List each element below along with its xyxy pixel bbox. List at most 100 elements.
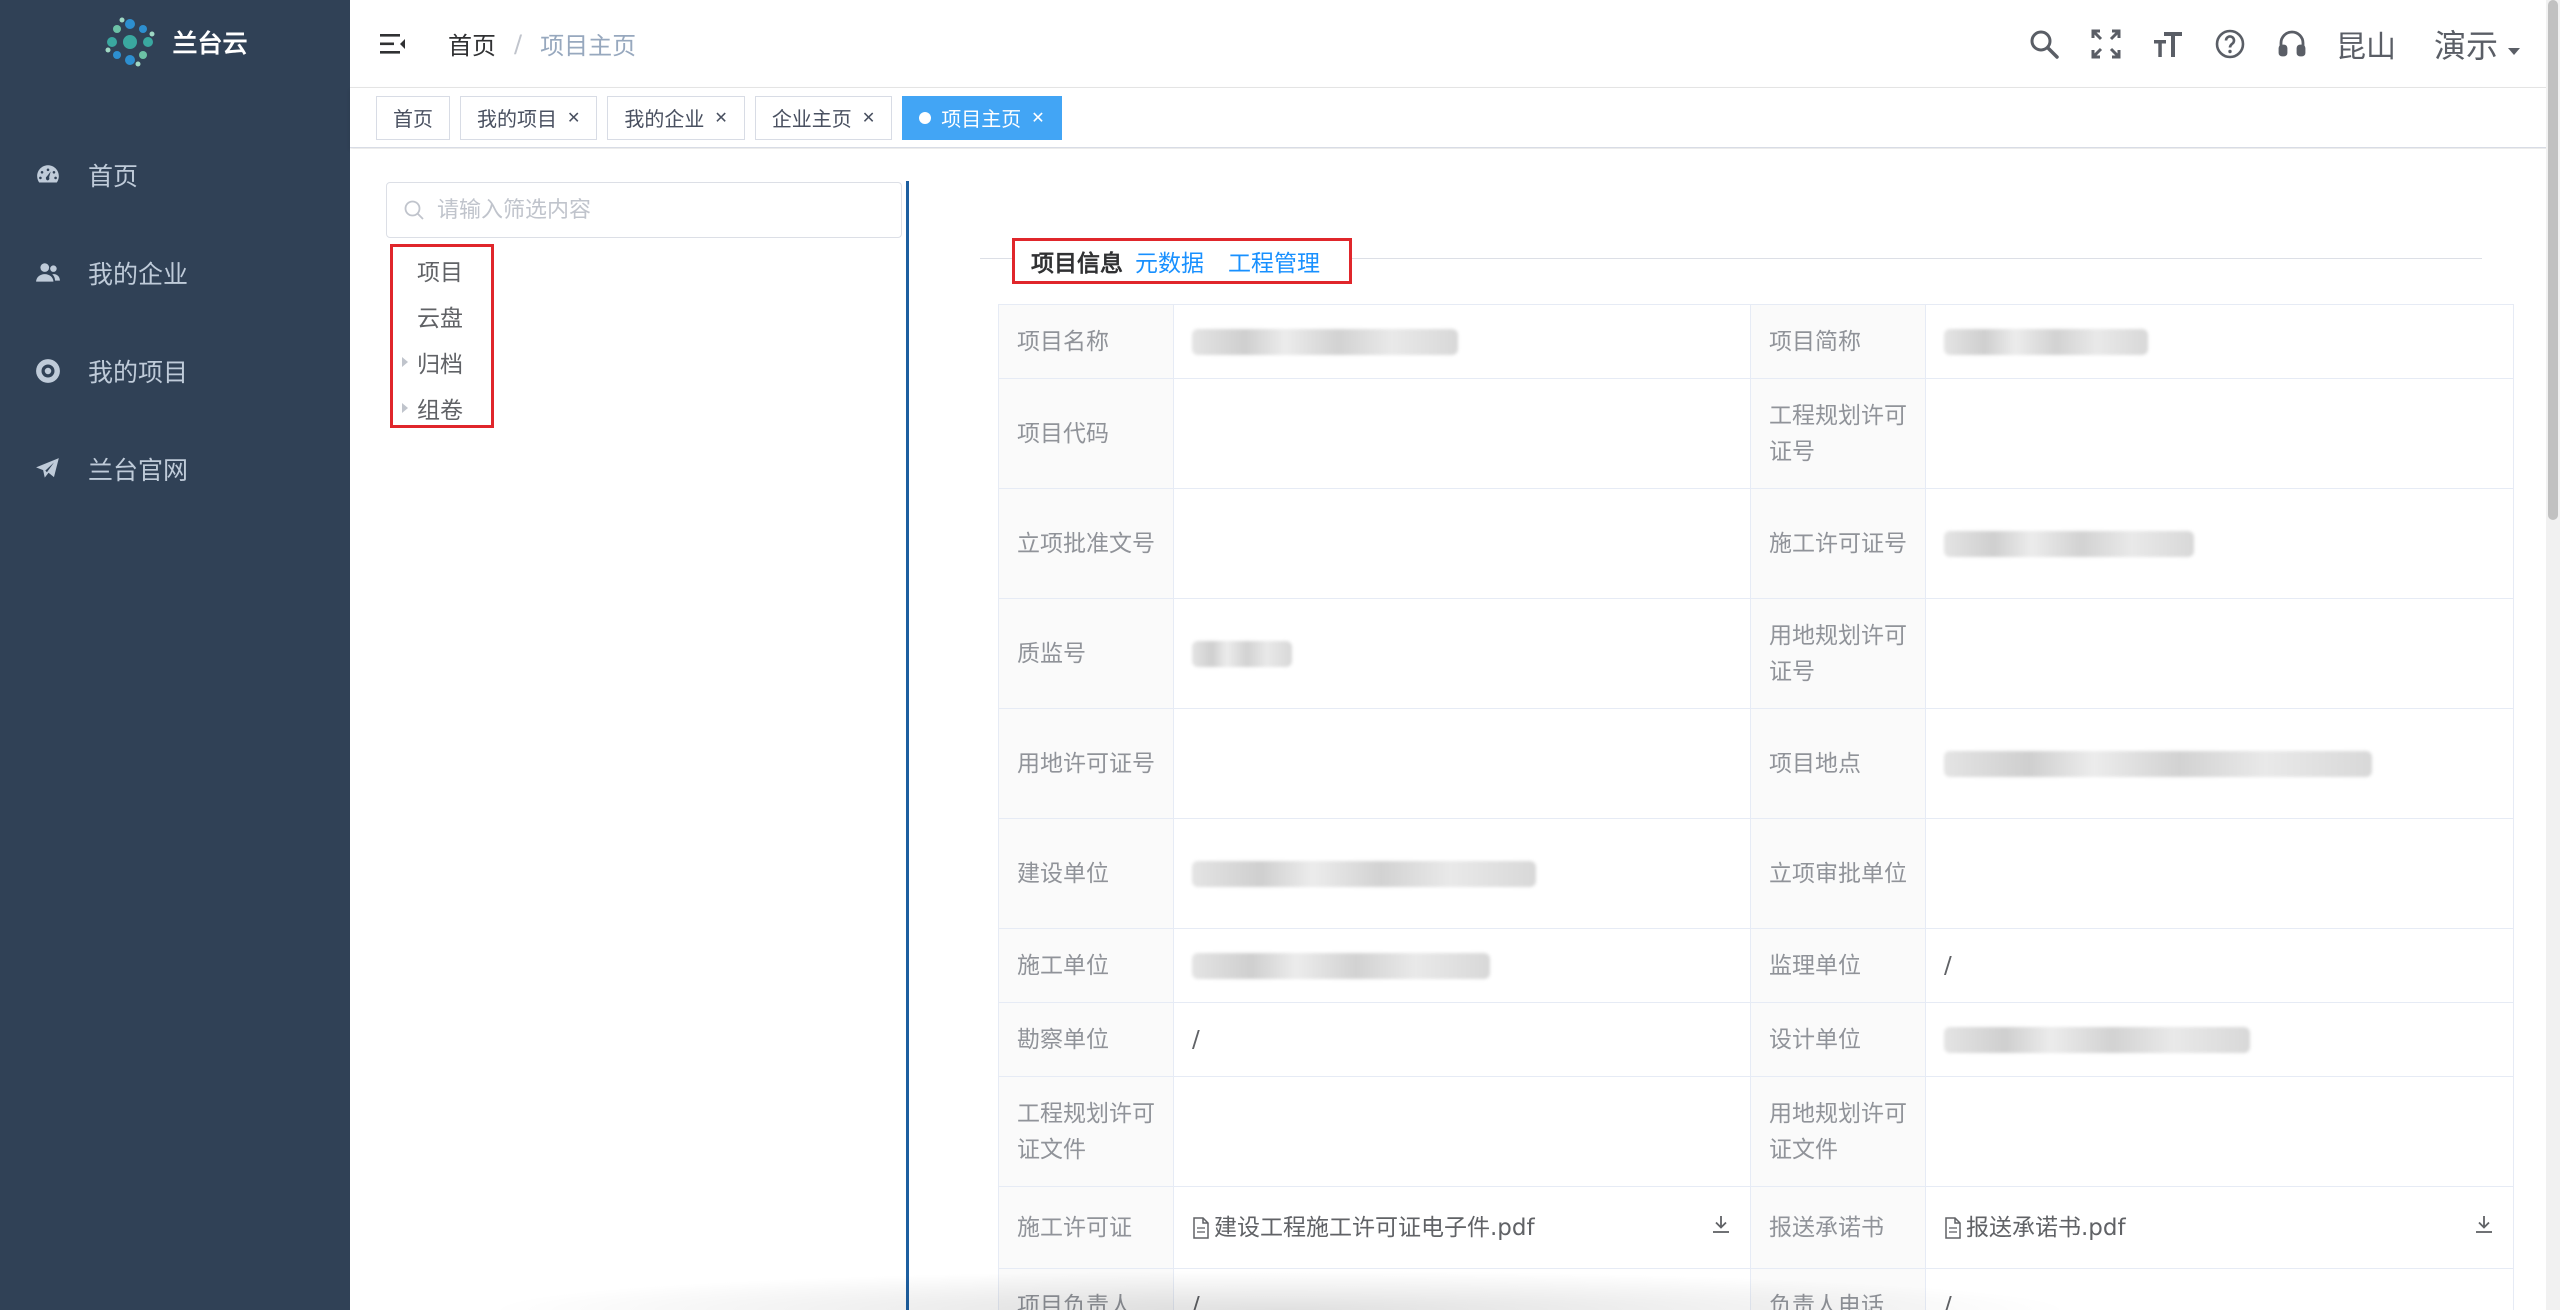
cell-value: /	[1925, 928, 2514, 1003]
document-icon	[1945, 1216, 1961, 1239]
section-header: 项目信息 元数据 工程管理	[1012, 238, 1352, 284]
cell-value	[1925, 488, 2514, 599]
tag-home[interactable]: 首页	[376, 95, 450, 140]
tree-node-project[interactable]: 项目	[393, 247, 491, 293]
help-icon[interactable]	[2212, 26, 2248, 62]
redacted-value	[1944, 1027, 2250, 1053]
tag-my-enterprise[interactable]: 我的企业 ✕	[607, 95, 745, 140]
tag-my-projects[interactable]: 我的项目 ✕	[460, 95, 598, 140]
close-icon[interactable]: ✕	[714, 108, 727, 127]
sidebar-item-my-enterprise[interactable]: 我的企业	[0, 224, 350, 322]
cell-label: 用地规划许可证文件	[1750, 1076, 1926, 1187]
cell-label: 设计单位	[1750, 1002, 1926, 1077]
page-scrollbar[interactable]	[2546, 0, 2560, 1310]
cell-value	[1173, 928, 1751, 1003]
tag-label: 首页	[393, 107, 433, 131]
section-divider-right	[1352, 258, 2482, 259]
section-divider-left	[980, 258, 1014, 259]
download-icon[interactable]	[1710, 1210, 1732, 1246]
cell-value	[1925, 818, 2514, 929]
location-label[interactable]: 昆山	[2336, 22, 2396, 66]
redacted-value	[1192, 641, 1292, 667]
document-icon	[1193, 1216, 1209, 1239]
tree-node-label: 项目	[417, 260, 463, 286]
table-row: 项目代码 工程规划许可证号	[998, 378, 2514, 489]
active-dot-icon	[919, 111, 932, 124]
engineering-management-link[interactable]: 工程管理	[1228, 244, 1320, 278]
logo-icon	[105, 17, 155, 67]
tree: 项目 云盘 归档 组卷	[390, 244, 494, 428]
sidebar-item-lantai-website[interactable]: 兰台官网	[0, 420, 350, 518]
panel-divider[interactable]	[906, 181, 909, 1310]
breadcrumb-separator: /	[514, 29, 523, 58]
tag-project-home[interactable]: 项目主页 ✕	[902, 95, 1062, 140]
search-icon	[404, 200, 424, 220]
tree-node-volume[interactable]: 组卷	[393, 385, 491, 431]
cell-value: /	[1925, 1268, 2514, 1310]
app-name: 兰台云	[172, 29, 248, 58]
sidebar-item-label: 我的企业	[88, 260, 189, 289]
fullscreen-icon[interactable]	[2088, 26, 2124, 62]
sidebar-item-my-projects[interactable]: 我的项目	[0, 322, 350, 420]
cell-value	[1925, 1076, 2514, 1187]
tree-filter	[386, 182, 902, 238]
breadcrumb-home[interactable]: 首页	[448, 26, 496, 61]
cell-value	[1173, 488, 1751, 599]
close-icon[interactable]: ✕	[1031, 108, 1044, 127]
tag-label: 我的企业	[624, 107, 705, 131]
cell-label: 项目地点	[1750, 708, 1926, 819]
file-link[interactable]: 报送承诺书.pdf	[1944, 1210, 2126, 1246]
breadcrumb: 首页 / 项目主页	[448, 26, 636, 61]
cell-label: 用地规划许可证号	[1750, 598, 1926, 709]
cell-label: 施工许可证	[998, 1186, 1174, 1269]
cell-label: 项目负责人	[998, 1268, 1174, 1310]
headset-icon[interactable]	[2274, 26, 2310, 62]
cell-label: 用地许可证号	[998, 708, 1174, 819]
table-row: 建设单位 立项审批单位	[998, 818, 2514, 929]
table-row: 勘察单位 / 设计单位	[998, 1002, 2514, 1077]
close-icon[interactable]: ✕	[862, 108, 875, 127]
tags-view: 首页 我的项目 ✕ 我的企业 ✕ 企业主页 ✕ 项目主页 ✕	[350, 88, 2560, 148]
caret-right-icon[interactable]	[393, 403, 417, 413]
download-icon[interactable]	[2473, 1210, 2495, 1246]
font-size-icon[interactable]	[2150, 26, 2186, 62]
redacted-value	[1944, 329, 2148, 355]
cell-label: 项目名称	[998, 304, 1174, 379]
caret-right-icon[interactable]	[393, 357, 417, 367]
file-link[interactable]: 建设工程施工许可证电子件.pdf	[1192, 1210, 1535, 1246]
cell-label: 施工许可证号	[1750, 488, 1926, 599]
project-info-table: 项目名称 项目简称 项目代码 工程规划许可证号 立项批准文号 施工许可证号 质监…	[998, 304, 2514, 1310]
scrollbar-thumb[interactable]	[2548, 0, 2558, 520]
tree-node-archive[interactable]: 归档	[393, 339, 491, 385]
tree-node-label: 归档	[417, 352, 463, 378]
sidebar-item-home[interactable]: 首页	[0, 126, 350, 224]
table-row: 用地许可证号 项目地点	[998, 708, 2514, 819]
cell-value	[1925, 598, 2514, 709]
sidebar-item-label: 首页	[88, 162, 139, 191]
tree-node-cloud-disk[interactable]: 云盘	[393, 293, 491, 339]
table-row: 施工许可证 建设工程施工许可证电子件.pdf 报送承诺书 报送承诺书.pdf	[998, 1186, 2514, 1269]
file-entry: 建设工程施工许可证电子件.pdf	[1192, 1210, 1732, 1246]
user-name: 演示	[2433, 27, 2498, 65]
table-row: 立项批准文号 施工许可证号	[998, 488, 2514, 599]
sidebar: 兰台云 首页 我的企业 我的项目 兰台官网	[0, 0, 350, 1310]
table-row: 施工单位 监理单位 /	[998, 928, 2514, 1003]
close-icon[interactable]: ✕	[567, 108, 580, 127]
file-name: 报送承诺书.pdf	[1966, 1214, 2126, 1241]
dashboard-icon	[34, 161, 62, 189]
metadata-link[interactable]: 元数据	[1135, 244, 1204, 278]
search-icon[interactable]	[2026, 26, 2062, 62]
cell-label: 建设单位	[998, 818, 1174, 929]
redacted-value	[1944, 751, 2372, 777]
cell-label: 立项批准文号	[998, 488, 1174, 599]
cell-label: 工程规划许可证文件	[998, 1076, 1174, 1187]
hamburger-icon[interactable]	[378, 28, 410, 60]
app-logo[interactable]: 兰台云	[0, 0, 350, 84]
breadcrumb-current: 项目主页	[540, 32, 637, 60]
tag-enterprise-home[interactable]: 企业主页 ✕	[754, 95, 893, 140]
table-row: 项目名称 项目简称	[998, 304, 2514, 379]
user-dropdown[interactable]: 演示	[2434, 21, 2520, 67]
cell-value	[1173, 1076, 1751, 1187]
redacted-value	[1192, 329, 1458, 355]
tree-filter-input[interactable]	[437, 197, 877, 223]
